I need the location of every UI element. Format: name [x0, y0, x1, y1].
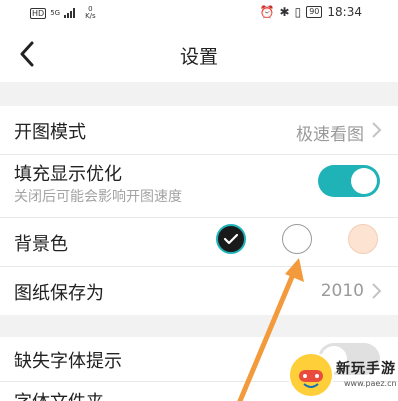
page-title: 设置 [179, 46, 218, 68]
watermark: 新玩手游 www.paez.cn [286, 350, 398, 401]
chevron-right-icon [372, 122, 382, 138]
alarm-icon: ⏰ [259, 5, 275, 19]
swatch-white[interactable] [282, 224, 312, 254]
swatch-black[interactable] [216, 224, 246, 254]
save-as-row[interactable]: 图纸保存为 2010 [0, 267, 398, 315]
save-as-value: 2010 [320, 281, 364, 301]
check-icon [223, 233, 239, 245]
hd-badge: HD [30, 7, 47, 19]
swatch-peach[interactable] [348, 224, 378, 254]
toggle-knob [351, 168, 377, 194]
watermark-url: www.paez.cn [344, 379, 397, 388]
save-as-label: 图纸保存为 [14, 283, 104, 304]
font-folder-label: 字体文件夹 [14, 388, 104, 401]
signal-type: 5G [50, 9, 61, 17]
open-mode-row[interactable]: 开图模式 极速看图 [0, 106, 398, 154]
open-mode-label: 开图模式 [14, 122, 86, 143]
fill-display-subtitle: 关闭后可能会影响开图速度 [14, 189, 182, 205]
vibrate-icon: ▯ [294, 5, 302, 19]
bluetooth-icon: ✱ [279, 5, 290, 19]
watermark-logo-icon [288, 352, 334, 398]
status-left: HD 5G 0 K/s [30, 6, 96, 20]
clock: 18:34 [327, 5, 362, 19]
background-color-label: 背景色 [14, 234, 68, 255]
nav-bar: 设置 [0, 28, 398, 82]
battery-icon: 90 [306, 6, 323, 18]
open-mode-value: 极速看图 [296, 125, 364, 145]
speed-unit: K/s [85, 12, 96, 20]
fill-display-label: 填充显示优化 [14, 164, 122, 185]
status-bar: HD 5G 0 K/s ⏰ ✱ ▯ 90 18:34 [0, 0, 398, 28]
signal-bars-icon [64, 8, 76, 18]
watermark-brand: 新玩手游 [336, 361, 396, 377]
missing-font-label: 缺失字体提示 [14, 351, 122, 372]
background-color-row: 背景色 [0, 218, 398, 266]
chevron-right-icon [372, 283, 382, 299]
fill-display-toggle[interactable] [318, 165, 380, 197]
network-speed: 0 K/s [85, 6, 96, 20]
fill-display-row: 填充显示优化 关闭后可能会影响开图速度 [0, 155, 398, 217]
status-right: ⏰ ✱ ▯ 90 18:34 [260, 5, 362, 19]
